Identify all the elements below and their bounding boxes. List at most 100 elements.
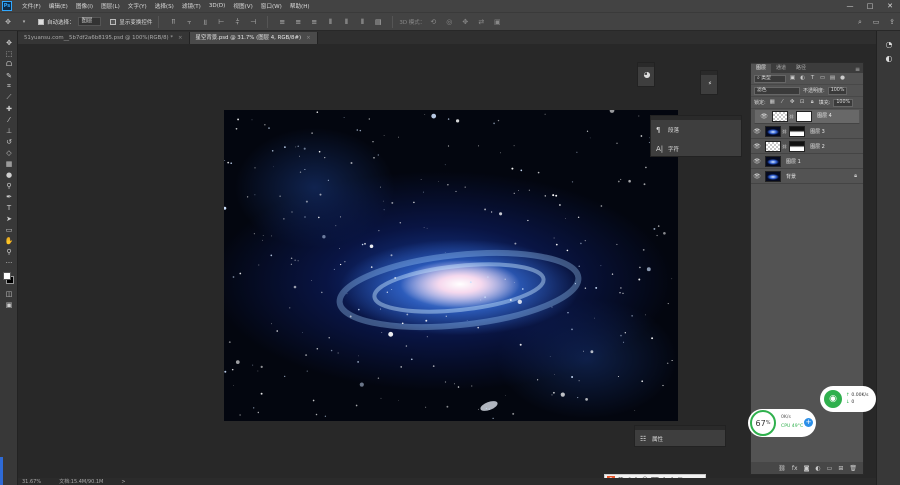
opacity-input[interactable]: 100% bbox=[827, 86, 848, 95]
quick-mask-icon[interactable]: ◫ bbox=[0, 288, 18, 299]
menu-layer[interactable]: 图层(L) bbox=[97, 2, 124, 10]
blur-icon[interactable]: ● bbox=[0, 169, 18, 180]
align-vcenter-icon[interactable]: ⫟ bbox=[184, 17, 194, 27]
auto-select-dropdown[interactable]: 图层 bbox=[77, 17, 102, 26]
distribute-bottom-icon[interactable]: ≡ bbox=[309, 17, 319, 27]
tab-channels[interactable]: 通道 bbox=[771, 64, 791, 73]
zoom-level[interactable]: 31.67% bbox=[22, 479, 41, 485]
properties-panel-button[interactable]: ☷ 属性 bbox=[635, 430, 725, 447]
type-icon[interactable]: T bbox=[0, 202, 18, 213]
distribute-vcenter-icon[interactable]: ≡ bbox=[293, 17, 303, 27]
healing-icon[interactable]: ✚ bbox=[0, 103, 18, 114]
distribute-left-icon[interactable]: ⦀ bbox=[325, 17, 335, 27]
cpu-monitor-widget[interactable]: 67% 0K/s CPU 49°C + bbox=[748, 409, 816, 437]
fx-icon[interactable]: fx bbox=[792, 465, 798, 472]
align-hcenter-icon[interactable]: ⫩ bbox=[232, 17, 242, 27]
3d-drag-icon[interactable]: ✥ bbox=[460, 17, 470, 27]
auto-select-checkbox[interactable] bbox=[38, 18, 44, 25]
new-layer-icon[interactable]: ⊞ bbox=[838, 465, 843, 472]
quick-select-icon[interactable]: ✎ bbox=[0, 70, 18, 81]
filter-adjust-icon[interactable]: ◐ bbox=[799, 75, 806, 82]
menu-window[interactable]: 窗口(W) bbox=[257, 2, 286, 10]
collapsed-panel-brush[interactable]: ⸗ bbox=[700, 70, 718, 95]
align-right-icon[interactable]: ⊣ bbox=[248, 17, 258, 27]
eye-icon[interactable]: 👁︎ bbox=[751, 158, 763, 165]
filter-shape-icon[interactable]: ▭ bbox=[819, 75, 826, 82]
pen-icon[interactable]: ✒ bbox=[0, 191, 18, 202]
eye-icon[interactable]: 👁︎ bbox=[751, 128, 763, 135]
layer-row[interactable]: 👁︎ ⛓ 图层 2 bbox=[751, 139, 863, 154]
foreground-color-swatch[interactable] bbox=[3, 272, 11, 280]
eyedropper-icon[interactable]: ⟋ bbox=[0, 92, 18, 103]
distribute-right-icon[interactable]: ⦀ bbox=[357, 17, 367, 27]
dropdown-arrow-icon[interactable]: ▾ bbox=[19, 17, 29, 27]
menu-file[interactable]: 文件(F) bbox=[18, 2, 45, 10]
align-top-icon[interactable]: ⫪ bbox=[168, 17, 178, 27]
close-window-button[interactable]: ✕ bbox=[880, 2, 900, 10]
distribute-top-icon[interactable]: ≡ bbox=[277, 17, 287, 27]
3d-scale-icon[interactable]: ▣ bbox=[492, 17, 502, 27]
character-panel-button[interactable]: A| 字符 bbox=[651, 139, 741, 158]
workspace-icon[interactable]: ▭ bbox=[871, 17, 881, 27]
adjustment-layer-icon[interactable]: ◐ bbox=[815, 465, 820, 472]
adjustments-icon[interactable]: ◐ bbox=[877, 51, 900, 65]
lock-artboard-icon[interactable]: ⊡ bbox=[799, 99, 806, 106]
layer-row[interactable]: 👁︎ ⛓ 图层 4 bbox=[754, 109, 860, 124]
layer-row[interactable]: 👁︎ 图层 1 bbox=[751, 154, 863, 169]
menu-3d[interactable]: 3D(D) bbox=[205, 3, 230, 9]
history-icon[interactable]: ◔ bbox=[877, 37, 900, 51]
auto-align-icon[interactable]: ▤ bbox=[373, 17, 383, 27]
history-brush-icon[interactable]: ↺ bbox=[0, 136, 18, 147]
more-icon[interactable]: ··· bbox=[0, 257, 18, 268]
crop-icon[interactable]: ⌗ bbox=[0, 81, 18, 92]
blend-mode-dropdown[interactable]: 滤色 bbox=[754, 86, 800, 95]
filter-pixel-icon[interactable]: ▣ bbox=[789, 75, 796, 82]
layer-mask-thumbnail[interactable] bbox=[789, 125, 806, 137]
layer-mask-thumbnail[interactable] bbox=[789, 140, 806, 152]
new-group-icon[interactable]: ▭ bbox=[827, 465, 833, 472]
stamp-icon[interactable]: ⊥ bbox=[0, 125, 18, 136]
distribute-hcenter-icon[interactable]: ⦀ bbox=[341, 17, 351, 27]
minimize-button[interactable]: — bbox=[840, 2, 860, 10]
eye-icon[interactable]: 👁︎ bbox=[751, 173, 763, 180]
shape-icon[interactable]: ▭ bbox=[0, 224, 18, 235]
tab-paths[interactable]: 路径 bbox=[791, 64, 811, 73]
lock-paint-icon[interactable]: ⁄ bbox=[779, 99, 786, 106]
layer-mask-thumbnail[interactable] bbox=[796, 111, 813, 122]
dodge-icon[interactable]: ⚲ bbox=[0, 180, 18, 191]
lock-position-icon[interactable]: ✥ bbox=[789, 99, 796, 106]
eye-icon[interactable]: 👁︎ bbox=[758, 113, 770, 120]
menu-filter[interactable]: 滤镜(T) bbox=[178, 2, 205, 10]
filter-toggle-icon[interactable]: ● bbox=[839, 75, 846, 82]
move-icon[interactable]: ✥ bbox=[0, 37, 18, 48]
marquee-icon[interactable]: ⬚ bbox=[0, 48, 18, 59]
menu-view[interactable]: 视图(V) bbox=[229, 2, 256, 10]
layer-row[interactable]: 👁︎ ⛓ 图层 3 bbox=[751, 124, 863, 139]
layer-row[interactable]: 👁︎ 背景 🔒︎ bbox=[751, 169, 863, 184]
collapsed-panel-color[interactable]: ◕ bbox=[637, 62, 655, 87]
lock-pixels-icon[interactable]: ▦ bbox=[769, 99, 776, 106]
link-layers-icon[interactable]: ⛓ bbox=[778, 465, 786, 472]
search-icon[interactable]: ⌕ bbox=[855, 17, 865, 27]
gradient-icon[interactable]: ▦ bbox=[0, 158, 18, 169]
layer-filter-dropdown[interactable]: ⌕ 类型 bbox=[754, 74, 786, 83]
screen-mode-icon[interactable]: ▣ bbox=[0, 299, 18, 310]
close-tab-icon[interactable]: × bbox=[178, 35, 183, 41]
network-monitor-widget[interactable]: ◉ ↑ 0.00K/s ↓ 0 bbox=[820, 386, 876, 412]
document-canvas[interactable] bbox=[224, 110, 678, 421]
fill-input[interactable]: 100% bbox=[833, 98, 854, 107]
filter-smart-icon[interactable]: ▤ bbox=[829, 75, 836, 82]
zoom-icon[interactable]: ⚲ bbox=[0, 246, 18, 257]
move-tool-icon[interactable]: ✥ bbox=[3, 17, 13, 27]
menu-type[interactable]: 文字(Y) bbox=[124, 2, 151, 10]
lasso-icon[interactable]: ᗝ bbox=[0, 59, 18, 70]
panel-menu-icon[interactable]: ≡ bbox=[855, 66, 863, 73]
3d-slide-icon[interactable]: ⇄ bbox=[476, 17, 486, 27]
tab-document-1[interactable]: 51yuansu.com__5b7df2a6b8195.psd @ 100%(R… bbox=[18, 32, 190, 44]
paragraph-panel-button[interactable]: ¶ 段落 bbox=[651, 120, 741, 139]
3d-roll-icon[interactable]: ◎ bbox=[444, 17, 454, 27]
menu-select[interactable]: 选择(S) bbox=[151, 2, 178, 10]
3d-rotate-icon[interactable]: ⟲ bbox=[428, 17, 438, 27]
status-menu-arrow[interactable]: > bbox=[121, 479, 125, 485]
menu-image[interactable]: 图像(I) bbox=[72, 2, 97, 10]
